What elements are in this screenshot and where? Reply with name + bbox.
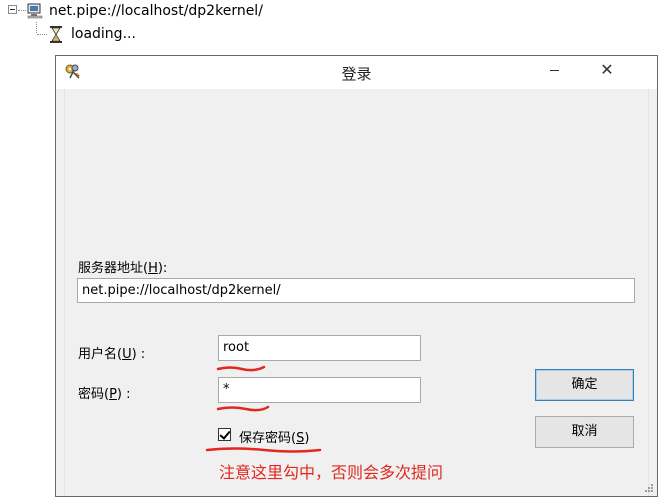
tree-connector xyxy=(18,10,26,11)
password-label: 密码(P) : xyxy=(78,383,131,402)
password-input[interactable]: * xyxy=(218,377,421,403)
server-label-text: 服务器地址( xyxy=(78,261,149,276)
dialog-titlebar[interactable]: 登录 ✕ xyxy=(56,56,657,89)
minimize-button[interactable] xyxy=(541,56,569,83)
ok-button[interactable]: 确定 xyxy=(535,369,634,401)
red-annotation-note: 注意这里勾中，否则会多次提问 xyxy=(219,463,444,482)
username-input[interactable]: root xyxy=(218,335,421,361)
resize-grip-icon[interactable] xyxy=(642,481,654,493)
tree-collapse-toggle[interactable] xyxy=(8,5,17,14)
tree-connector-vertical xyxy=(36,22,37,33)
tree-item-loading: loading... xyxy=(71,26,136,42)
login-dialog: 登录 ✕ 服务器地址(H): net.pipe://localhost/dp2k… xyxy=(55,55,658,497)
tree-connector-child xyxy=(37,34,47,35)
password-label-accesskey: P xyxy=(109,387,117,402)
close-button[interactable]: ✕ xyxy=(584,56,630,83)
save-password-checkbox[interactable] xyxy=(218,428,231,441)
server-label-accesskey: H xyxy=(148,261,158,276)
close-icon: ✕ xyxy=(600,60,614,79)
red-underline-username xyxy=(216,365,266,372)
server-label-tail: ): xyxy=(157,261,168,276)
server-icon xyxy=(27,3,43,19)
username-label-text: 用户名( xyxy=(78,347,123,362)
cancel-button[interactable]: 取消 xyxy=(535,416,634,448)
username-label-tail: ) : xyxy=(131,347,146,362)
username-label: 用户名(U) : xyxy=(78,343,145,362)
red-underline-password xyxy=(216,405,270,412)
password-label-text: 密码( xyxy=(78,387,110,402)
username-label-accesskey: U xyxy=(122,347,132,362)
hourglass-icon xyxy=(50,26,62,43)
server-address-input[interactable]: net.pipe://localhost/dp2kernel/ xyxy=(77,278,635,303)
red-underline-save-password xyxy=(205,447,322,453)
password-label-tail: ) : xyxy=(116,387,131,402)
tree-item-server[interactable]: net.pipe://localhost/dp2kernel/ xyxy=(49,3,263,19)
server-address-label: 服务器地址(H): xyxy=(78,257,167,276)
